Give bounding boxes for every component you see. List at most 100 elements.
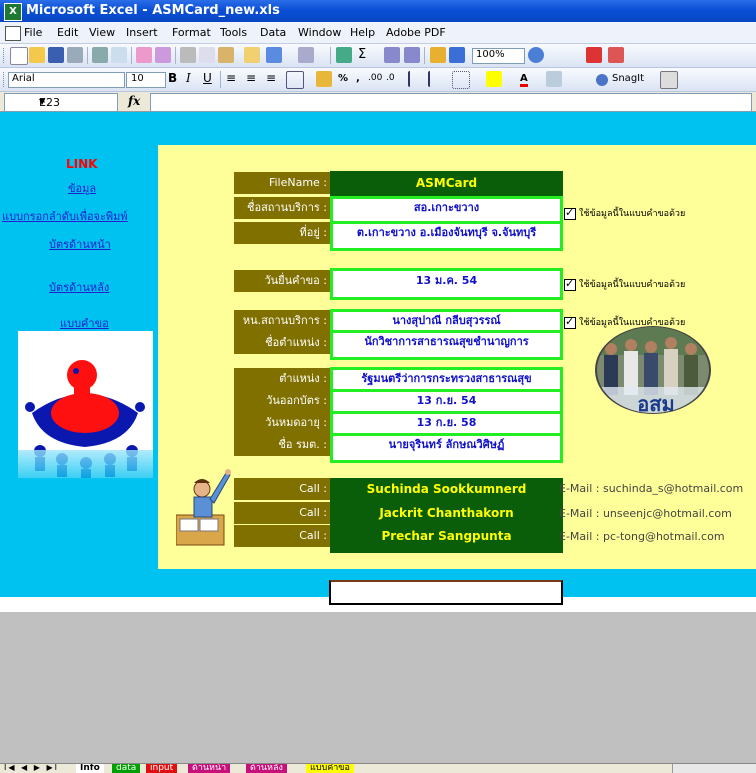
excel-icon: X bbox=[4, 3, 22, 21]
menu-view[interactable]: View bbox=[89, 26, 115, 39]
new-icon[interactable] bbox=[10, 47, 28, 65]
toolbar-grip[interactable] bbox=[3, 48, 7, 63]
contact-email-1[interactable]: E-Mail : suchinda_s@hotmail.com bbox=[559, 482, 743, 495]
worksheet[interactable]: LINK ข้อมูล แบบกรอกลำดับเพื่อจะพิมพ์ บัต… bbox=[0, 112, 756, 766]
minister-value[interactable]: นายจุรินทร์ ลักษณวิศิษฏ์ bbox=[330, 433, 563, 463]
hyperlink-icon[interactable] bbox=[336, 47, 352, 63]
tab-navigation-arrows[interactable]: I◀ ◀ ▶ ▶I bbox=[4, 764, 59, 772]
selected-cell[interactable] bbox=[329, 580, 563, 605]
service-name-label: ชื่อสถานบริการ : bbox=[234, 197, 333, 219]
tab-request[interactable]: แบบคำขอ bbox=[306, 764, 354, 773]
help-icon[interactable] bbox=[528, 47, 544, 63]
link-print-order[interactable]: แบบกรอกลำดับเพื่อจะพิมพ์ bbox=[2, 207, 128, 225]
use-in-form-checkbox-1[interactable]: ใช้ข้อมูลนี้ในแบบคำขอด้วย bbox=[564, 206, 685, 220]
pdf-icon[interactable] bbox=[586, 47, 602, 63]
decrease-decimal-icon[interactable]: .0 bbox=[386, 73, 395, 83]
zoom-select[interactable]: 100% bbox=[472, 48, 525, 64]
horizontal-scrollbar[interactable] bbox=[672, 764, 756, 773]
call-label-1: Call : bbox=[234, 478, 333, 500]
toolbar-grip[interactable] bbox=[3, 72, 7, 87]
tab-front[interactable]: ด้านหน้า bbox=[188, 764, 231, 773]
currency-icon[interactable] bbox=[316, 71, 332, 87]
print-icon[interactable] bbox=[92, 47, 108, 63]
increase-decimal-icon[interactable]: .00 bbox=[368, 73, 382, 83]
contact-email-2[interactable]: E-Mail : unseenjc@hotmail.com bbox=[559, 507, 732, 520]
format-painter-icon[interactable] bbox=[244, 47, 260, 63]
volunteer-photo: อสม bbox=[595, 326, 711, 415]
call-label-3: Call : bbox=[234, 525, 333, 547]
italic-icon[interactable]: I bbox=[186, 71, 191, 85]
address-label: ที่อยู่ : bbox=[234, 222, 333, 244]
redo-icon[interactable] bbox=[298, 47, 314, 63]
align-right-icon[interactable]: ≡ bbox=[266, 71, 276, 85]
merge-center-icon[interactable] bbox=[286, 71, 304, 89]
paste-icon[interactable] bbox=[218, 47, 234, 63]
name-box[interactable]: E23 ▼ bbox=[4, 93, 118, 112]
permission-icon[interactable] bbox=[67, 47, 83, 63]
checkbox-icon bbox=[564, 277, 576, 291]
chevron-down-icon[interactable]: ▼ bbox=[39, 97, 111, 106]
cut-icon[interactable] bbox=[180, 47, 196, 63]
autosum-icon[interactable]: Σ bbox=[358, 47, 366, 62]
link-heading: LINK bbox=[66, 157, 98, 171]
menu-format[interactable]: Format bbox=[172, 26, 211, 39]
font-name-select[interactable]: Arial bbox=[8, 72, 125, 88]
align-left-icon[interactable]: ≡ bbox=[226, 71, 236, 85]
request-date-value[interactable]: 13 ม.ค. 54 bbox=[330, 268, 563, 300]
menu-window[interactable]: Window bbox=[298, 26, 341, 39]
decrease-indent-icon[interactable] bbox=[408, 71, 426, 87]
tab-input[interactable]: input bbox=[146, 764, 178, 773]
tab-data[interactable]: data bbox=[112, 764, 141, 773]
menu-insert[interactable]: Insert bbox=[126, 26, 158, 39]
link-card-front[interactable]: บัตรด้านหน้า bbox=[49, 235, 111, 253]
font-color-icon[interactable]: A bbox=[520, 73, 528, 87]
contact-name-3: Prechar Sangpunta bbox=[330, 525, 563, 553]
formula-input[interactable] bbox=[150, 93, 752, 112]
pdf-mail-icon[interactable] bbox=[608, 47, 624, 63]
menu-help[interactable]: Help bbox=[350, 26, 375, 39]
research-icon[interactable] bbox=[155, 47, 171, 63]
borders-icon[interactable] bbox=[452, 71, 470, 89]
fill-color-icon[interactable] bbox=[486, 71, 502, 87]
link-card-back[interactable]: บัตรด้านหลัง bbox=[49, 278, 109, 296]
underline-icon[interactable]: U bbox=[203, 71, 212, 85]
chart-wizard-icon[interactable] bbox=[430, 47, 446, 63]
copy-icon[interactable] bbox=[199, 47, 215, 63]
link-request-form[interactable]: แบบคำขอ bbox=[60, 314, 109, 332]
options-icon[interactable] bbox=[546, 71, 562, 87]
snagit-button[interactable]: SnagIt bbox=[612, 73, 644, 84]
drawing-icon[interactable] bbox=[449, 47, 465, 63]
menu-file[interactable]: File bbox=[24, 26, 42, 39]
sort-descending-icon[interactable] bbox=[404, 47, 420, 63]
snagit-window-icon[interactable] bbox=[660, 71, 678, 89]
menu-edit[interactable]: Edit bbox=[57, 26, 78, 39]
save-icon[interactable] bbox=[48, 47, 64, 63]
menu-data[interactable]: Data bbox=[260, 26, 286, 39]
teacher-clipart bbox=[176, 469, 231, 546]
filename-label: FileName : bbox=[234, 172, 333, 194]
print-preview-icon[interactable] bbox=[111, 47, 127, 63]
align-center-icon[interactable]: ≡ bbox=[246, 71, 256, 85]
document-icon[interactable] bbox=[5, 26, 21, 41]
menu-tools[interactable]: Tools bbox=[220, 26, 247, 39]
spelling-icon[interactable] bbox=[136, 47, 152, 63]
bold-icon[interactable]: B bbox=[168, 71, 177, 85]
tab-back[interactable]: ด้านหลัง bbox=[246, 764, 287, 773]
contact-email-3[interactable]: E-Mail : pc-tong@hotmail.com bbox=[559, 530, 725, 543]
snagit-icon[interactable] bbox=[596, 74, 608, 86]
increase-indent-icon[interactable] bbox=[428, 71, 446, 87]
menu-adobe-pdf[interactable]: Adobe PDF bbox=[386, 26, 446, 39]
position-value[interactable]: นักวิชาการสาธารณสุขชำนาญการ bbox=[330, 330, 563, 360]
minister-label: ชื่อ รมต. : bbox=[234, 434, 333, 456]
link-data[interactable]: ข้อมูล bbox=[68, 179, 96, 197]
open-icon[interactable] bbox=[29, 47, 45, 63]
percent-icon[interactable]: % bbox=[338, 73, 348, 84]
tab-info[interactable]: Info bbox=[76, 764, 104, 773]
address-value[interactable]: ต.เกาะขวาง อ.เมืองจันทบุรี จ.จันทบุรี bbox=[330, 221, 563, 251]
function-icon[interactable]: fx bbox=[128, 94, 140, 108]
font-size-select[interactable]: 10 bbox=[126, 72, 166, 88]
use-in-form-checkbox-2[interactable]: ใช้ข้อมูลนี้ในแบบคำขอด้วย bbox=[564, 277, 685, 291]
comma-icon[interactable]: , bbox=[356, 73, 360, 84]
undo-icon[interactable] bbox=[266, 47, 282, 63]
sort-ascending-icon[interactable] bbox=[384, 47, 400, 63]
